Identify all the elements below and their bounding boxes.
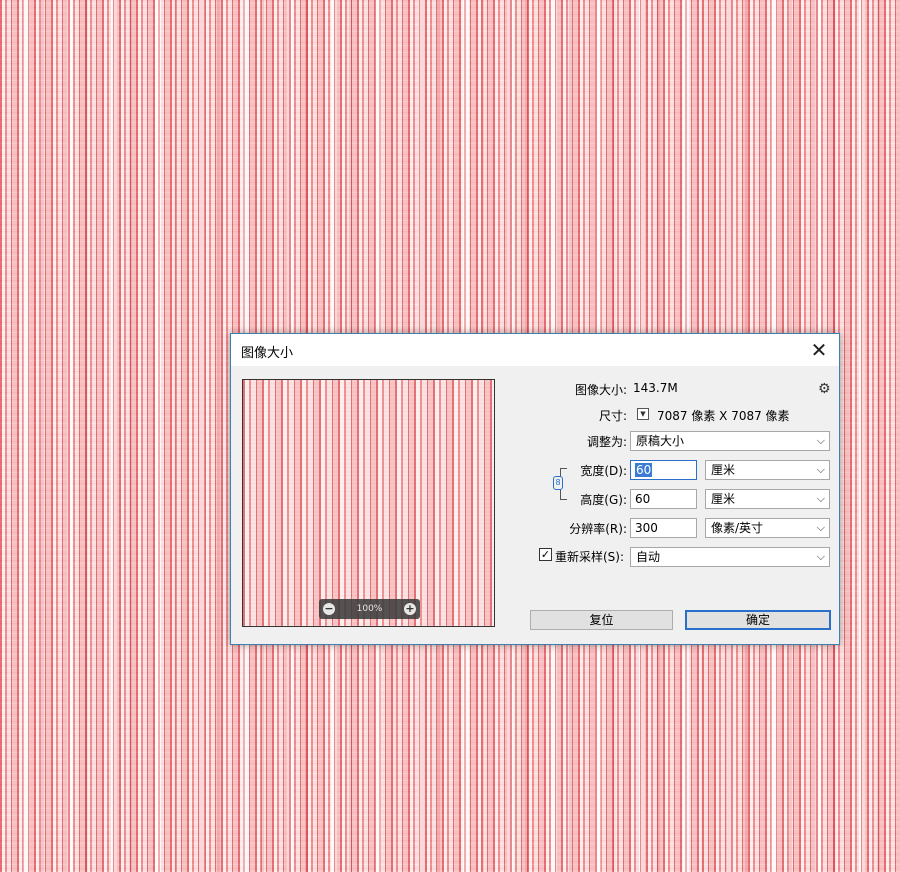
resample-value: 自动: [636, 550, 661, 564]
close-icon: ✕: [810, 338, 828, 362]
width-label: 宽度(D):: [580, 464, 627, 478]
resolution-value: 300: [635, 521, 658, 535]
ok-button[interactable]: 确定: [685, 610, 831, 630]
height-unit: 厘米: [711, 492, 736, 506]
height-label: 高度(G):: [580, 493, 627, 507]
image-size-dialog: 图像大小 ✕ − 100% + 图像大小: 143.7M ⚙ 尺寸: ▼ 708…: [230, 333, 840, 645]
resolution-unit-select[interactable]: 像素/英寸 ⌵: [705, 518, 830, 538]
resample-select[interactable]: 自动 ⌵: [630, 547, 830, 567]
zoom-in-icon[interactable]: +: [403, 603, 416, 615]
zoom-out-icon[interactable]: −: [323, 603, 335, 615]
dialog-titlebar[interactable]: 图像大小 ✕: [231, 334, 839, 366]
height-input[interactable]: 60: [630, 489, 697, 509]
checkmark-icon: ✓: [540, 548, 551, 561]
dimensions-unit-dropdown-icon[interactable]: ▼: [637, 408, 649, 420]
width-unit-select[interactable]: 厘米 ⌵: [705, 460, 830, 480]
resample-checkbox[interactable]: ✓: [539, 548, 552, 561]
zoom-control: − 100% +: [319, 599, 420, 619]
width-input[interactable]: 60: [630, 460, 697, 480]
width-value: 60: [635, 463, 653, 477]
image-size-value: 143.7M: [633, 381, 678, 395]
image-preview[interactable]: − 100% +: [242, 379, 495, 627]
height-unit-select[interactable]: 厘米 ⌵: [705, 489, 830, 509]
chevron-down-icon: ⌵: [816, 434, 825, 447]
width-unit: 厘米: [711, 463, 736, 477]
image-size-label: 图像大小:: [574, 383, 627, 397]
zoom-level: 100%: [356, 604, 383, 614]
chevron-down-icon: ⌵: [816, 492, 825, 505]
resolution-label: 分辨率(R):: [569, 522, 627, 536]
chevron-down-icon: ⌵: [816, 521, 825, 534]
dimensions-label: 尺寸:: [598, 409, 627, 423]
height-value: 60: [635, 492, 651, 506]
chevron-down-icon: ⌵: [816, 463, 825, 476]
fit-to-label: 调整为:: [586, 435, 627, 449]
dimensions-value: 7087 像素 X 7087 像素: [657, 409, 790, 423]
gear-icon[interactable]: ⚙: [818, 381, 831, 397]
resample-label: 重新采样(S):: [555, 550, 625, 564]
chevron-down-icon: ⌵: [816, 550, 825, 563]
dialog-title: 图像大小: [241, 346, 294, 361]
fit-to-select[interactable]: 原稿大小 ⌵: [630, 431, 830, 451]
close-button[interactable]: ✕: [799, 334, 839, 366]
reset-button[interactable]: 复位: [530, 610, 673, 630]
resolution-unit: 像素/英寸: [711, 521, 764, 535]
fit-to-value: 原稿大小: [636, 434, 685, 448]
resolution-input[interactable]: 300: [630, 518, 697, 538]
